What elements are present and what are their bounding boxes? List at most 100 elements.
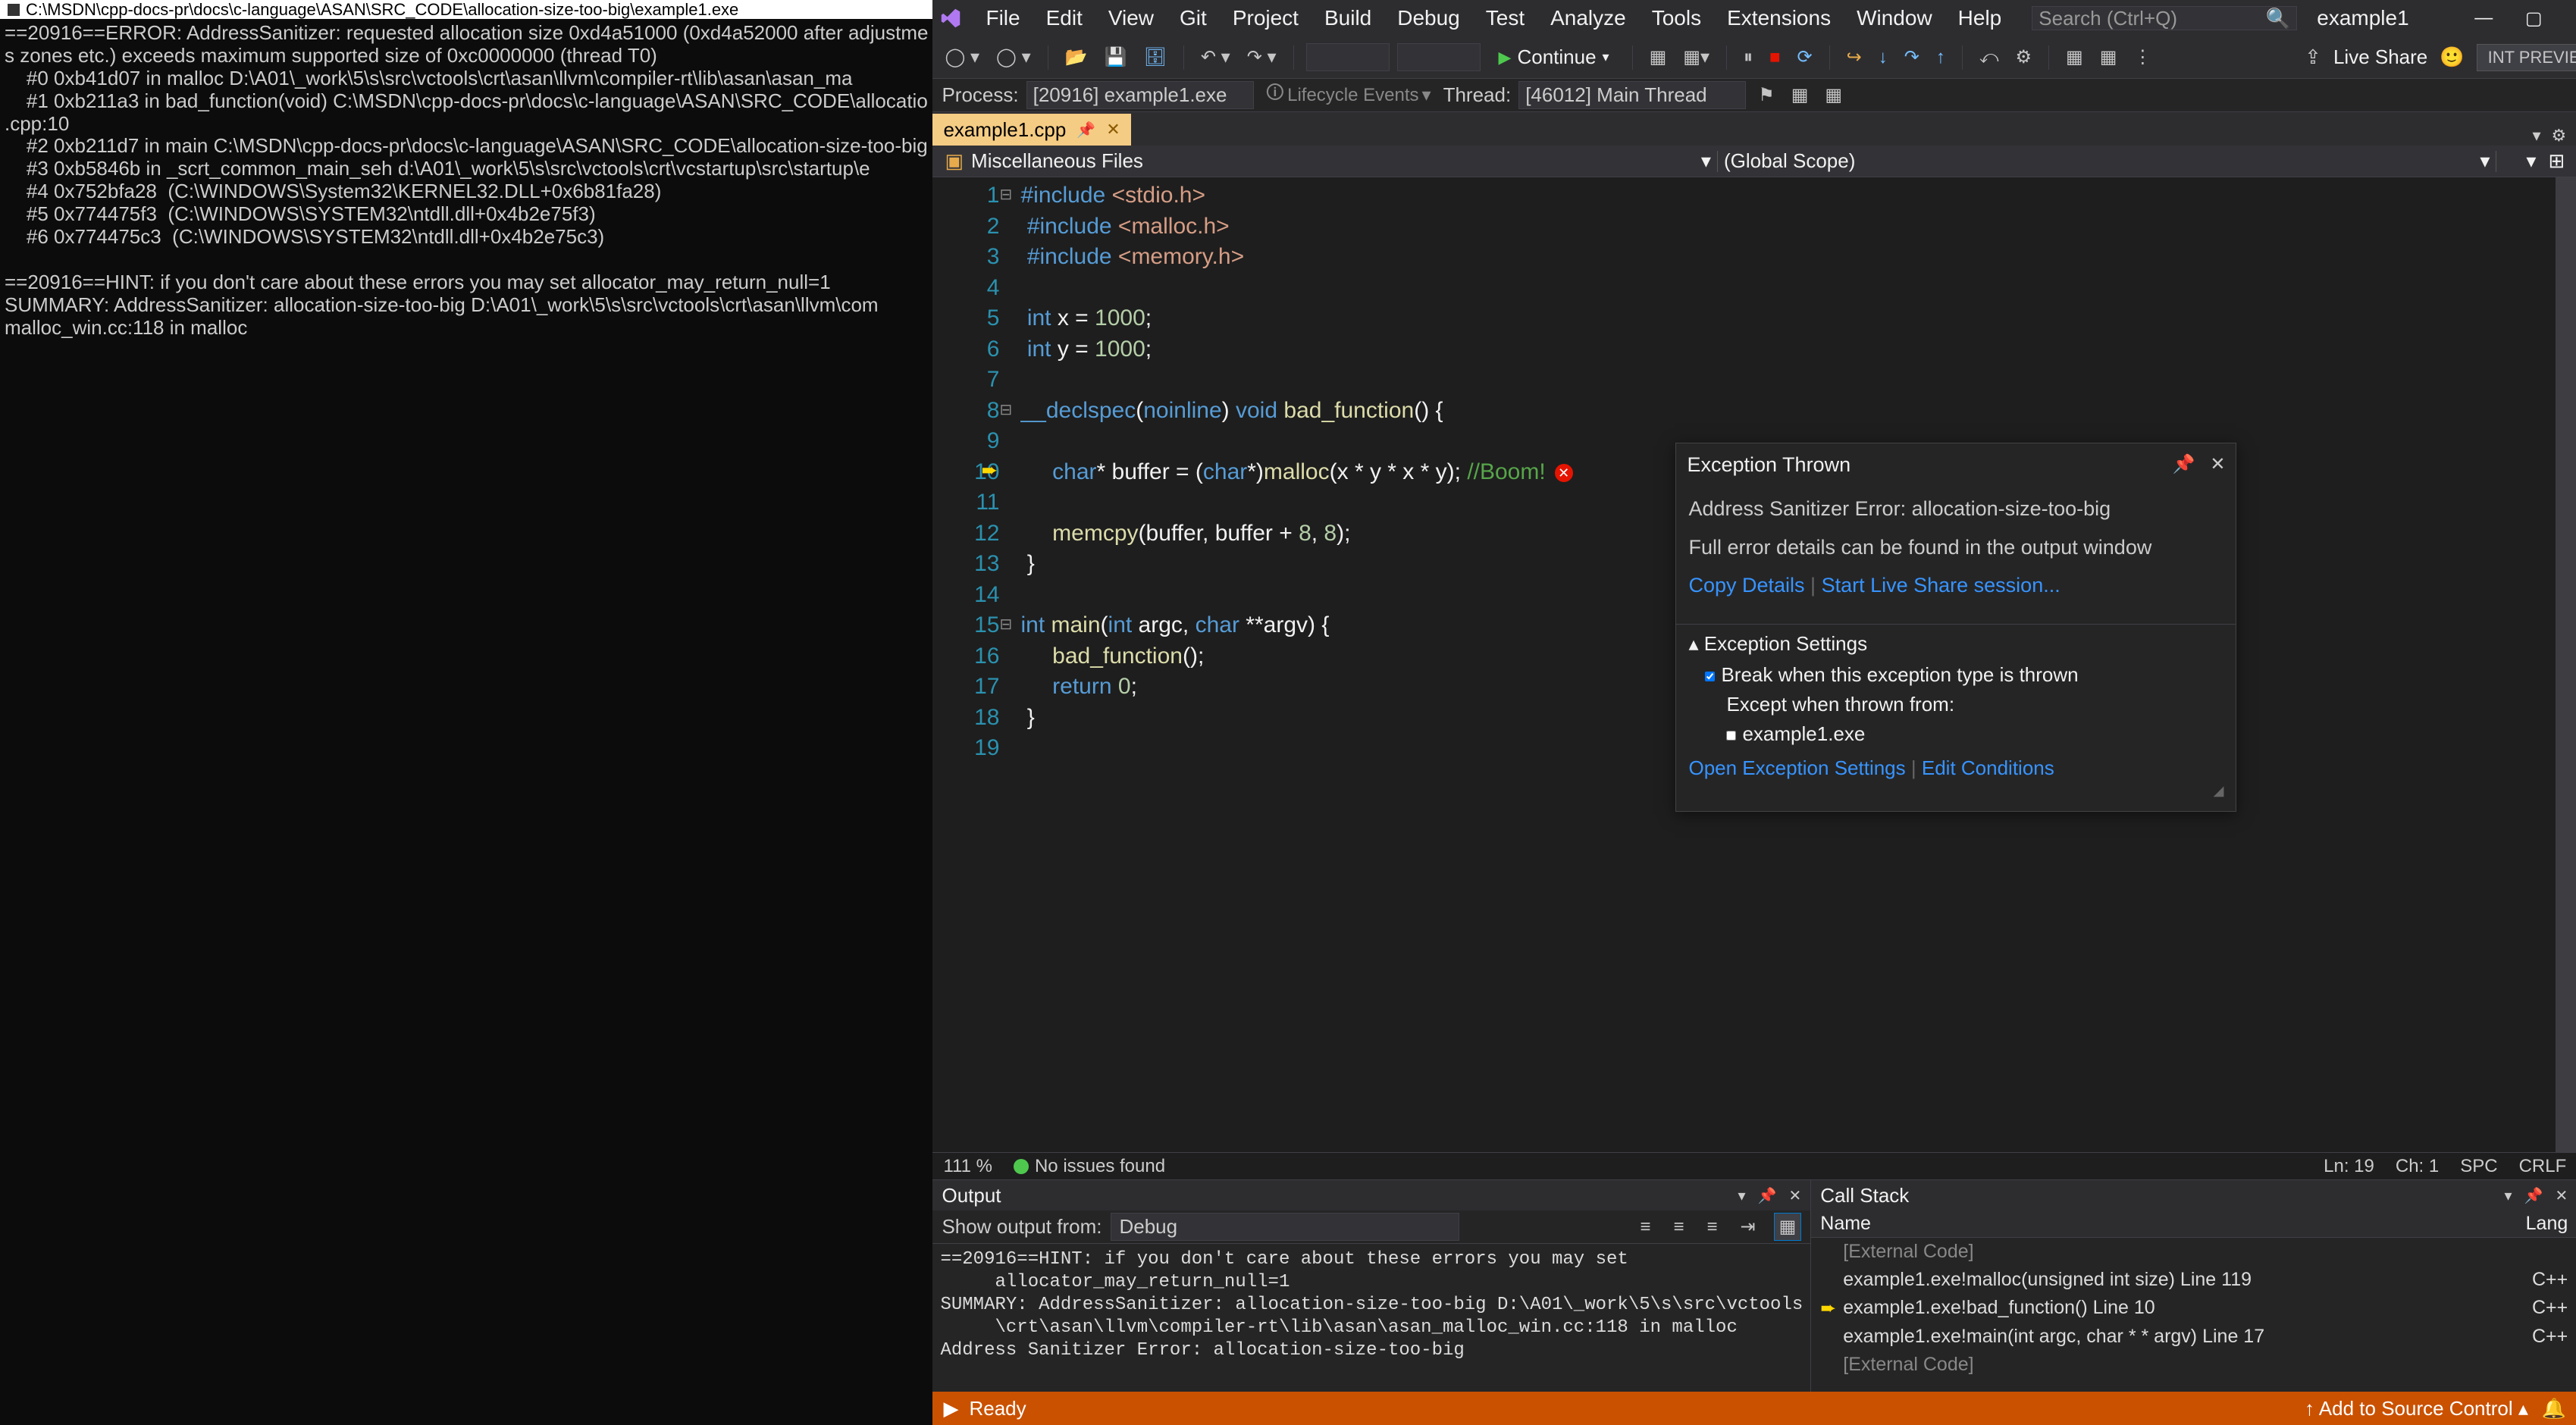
tb-extra-4[interactable]: ▦ bbox=[2095, 43, 2122, 71]
menu-file[interactable]: File bbox=[975, 2, 1030, 35]
editor-scrollbar[interactable] bbox=[2556, 177, 2576, 1152]
callstack-close-icon[interactable]: ✕ bbox=[2556, 1186, 2568, 1205]
save-all-button[interactable]: 🗄 bbox=[1139, 43, 1170, 71]
save-button[interactable]: 💾 bbox=[1100, 43, 1132, 71]
lifecycle-events[interactable]: 🛈 Lifecycle Events ▾ bbox=[1261, 77, 1436, 114]
code-editor[interactable]: 12345678910111213141516171819 ⊟#include … bbox=[932, 177, 2576, 1152]
nav-fwd-button[interactable]: ◯ ▾ bbox=[992, 43, 1036, 71]
output-source-combo[interactable]: Debug bbox=[1111, 1213, 1459, 1241]
output-close-icon[interactable]: ✕ bbox=[1789, 1186, 1802, 1205]
output-tb-1[interactable]: ≡ bbox=[1635, 1213, 1655, 1241]
except-target-checkbox[interactable]: example1.exe bbox=[1705, 721, 2223, 747]
nav-project-combo[interactable]: ▣ Miscellaneous Files ▾ bbox=[939, 149, 1717, 173]
callstack-row[interactable]: example1.exe!main(int argc, char * * arg… bbox=[1811, 1323, 2576, 1351]
tab-settings-icon[interactable]: ⚙ bbox=[2552, 126, 2567, 146]
nav-member-combo[interactable]: ▾ bbox=[2496, 149, 2542, 173]
menu-debug[interactable]: Debug bbox=[1387, 2, 1471, 35]
menu-test[interactable]: Test bbox=[1475, 2, 1535, 35]
nav-scope-combo[interactable]: (Global Scope) ▾ bbox=[1718, 149, 2496, 173]
exception-settings-header[interactable]: ▴ Exception Settings bbox=[1688, 631, 2223, 657]
output-dropdown-icon[interactable]: ▾ bbox=[1738, 1186, 1746, 1205]
close-tab-icon[interactable]: ✕ bbox=[1106, 120, 1120, 139]
menu-tools[interactable]: Tools bbox=[1641, 2, 1712, 35]
callstack-dropdown-icon[interactable]: ▾ bbox=[2505, 1186, 2512, 1205]
break-all-button[interactable]: ⏸ bbox=[1739, 44, 1757, 71]
zoom-level[interactable]: 111 % bbox=[943, 1156, 992, 1177]
stack-frame-icon[interactable]: ▦ bbox=[1787, 81, 1813, 109]
step-out-button[interactable]: ↑ bbox=[1932, 44, 1950, 71]
console-output[interactable]: ==20916==ERROR: AddressSanitizer: reques… bbox=[0, 19, 932, 342]
minimize-button[interactable]: — bbox=[2466, 6, 2501, 30]
search-box[interactable]: Search (Ctrl+Q) 🔍 bbox=[2032, 6, 2297, 30]
output-pin-icon[interactable]: 📌 bbox=[1758, 1186, 1777, 1205]
continue-button[interactable]: ▶ Continue ▾ bbox=[1488, 42, 1620, 72]
close-popup-icon[interactable]: ✕ bbox=[2210, 453, 2225, 477]
menu-view[interactable]: View bbox=[1098, 2, 1164, 35]
no-issues-indicator[interactable]: No issues found bbox=[1014, 1156, 1165, 1177]
stop-button[interactable]: ■ bbox=[1765, 44, 1785, 71]
menu-window[interactable]: Window bbox=[1846, 2, 1943, 35]
int-preview-badge[interactable]: INT PREVIEW bbox=[2477, 44, 2576, 71]
output-tb-2[interactable]: ≡ bbox=[1669, 1213, 1688, 1241]
tb-extra-1[interactable]: ⤺ bbox=[1975, 44, 2004, 71]
tb-icon-2[interactable]: ▦▾ bbox=[1678, 43, 1714, 71]
copy-details-link[interactable]: Copy Details bbox=[1688, 574, 1804, 597]
output-tb-3[interactable]: ≡ bbox=[1702, 1213, 1722, 1241]
open-file-button[interactable]: 📂 bbox=[1061, 43, 1092, 71]
pin-icon[interactable]: 📌 bbox=[1076, 121, 1095, 139]
output-tb-4[interactable]: ⇥ bbox=[1735, 1213, 1760, 1241]
menu-help[interactable]: Help bbox=[1948, 2, 2013, 35]
tab-overflow-icon[interactable]: ▾ bbox=[2532, 126, 2540, 146]
output-text[interactable]: ==20916==HINT: if you don't care about t… bbox=[932, 1244, 1810, 1392]
maximize-button[interactable]: ▢ bbox=[2516, 6, 2551, 30]
menu-project[interactable]: Project bbox=[1222, 2, 1309, 35]
callstack-row[interactable]: example1.exe!malloc(unsigned int size) L… bbox=[1811, 1266, 2576, 1294]
close-button[interactable]: ✕ bbox=[2566, 6, 2576, 30]
vs-logo-icon[interactable] bbox=[939, 6, 963, 30]
tb-extra-2[interactable]: ⚙ bbox=[2010, 43, 2036, 71]
tb-extra-3[interactable]: ▦ bbox=[2061, 43, 2088, 71]
feedback-icon[interactable]: 🙂 bbox=[2440, 45, 2464, 69]
resize-grip-icon[interactable]: ◢ bbox=[1688, 781, 2223, 800]
callstack-col-lang[interactable]: Lang bbox=[2526, 1213, 2568, 1235]
nav-back-button[interactable]: ◯ ▾ bbox=[940, 43, 984, 71]
live-share-icon[interactable]: ⇪ bbox=[2305, 45, 2321, 69]
output-tb-5[interactable]: ▦ bbox=[1774, 1213, 1802, 1241]
menu-build[interactable]: Build bbox=[1314, 2, 1382, 35]
start-live-share-link[interactable]: Start Live Share session... bbox=[1822, 574, 2060, 597]
thread-icon-2[interactable]: ▦ bbox=[1820, 81, 1847, 109]
live-share-label[interactable]: Live Share bbox=[2333, 45, 2427, 69]
redo-button[interactable]: ↷ ▾ bbox=[1243, 43, 1281, 71]
restart-button[interactable]: ⟳ bbox=[1793, 43, 1817, 71]
callstack-row[interactable]: [External Code] bbox=[1811, 1238, 2576, 1266]
console-titlebar[interactable]: C:\MSDN\cpp-docs-pr\docs\c-language\ASAN… bbox=[0, 0, 932, 19]
notifications-icon[interactable]: 🔔 bbox=[2542, 1397, 2566, 1420]
menu-analyze[interactable]: Analyze bbox=[1540, 2, 1637, 35]
undo-button[interactable]: ↶ ▾ bbox=[1196, 43, 1235, 71]
menu-git[interactable]: Git bbox=[1169, 2, 1217, 35]
error-icon[interactable]: ✕ bbox=[1555, 464, 1573, 482]
config-dropdown[interactable] bbox=[1306, 43, 1390, 71]
file-tab-active[interactable]: example1.cpp 📌 ✕ bbox=[932, 114, 1130, 146]
callstack-row[interactable]: example1.exe!bad_function() Line 10C++ bbox=[1811, 1294, 2576, 1323]
open-exception-settings-link[interactable]: Open Exception Settings bbox=[1688, 756, 1905, 779]
code-content[interactable]: ⊟#include <stdio.h> #include <malloc.h> … bbox=[1016, 177, 2556, 1152]
pin-popup-icon[interactable]: 📌 bbox=[2172, 453, 2195, 477]
step-over-button[interactable]: ↷ bbox=[1900, 43, 1924, 71]
tb-extra-5[interactable]: ⋮ bbox=[2129, 43, 2156, 71]
edit-conditions-link[interactable]: Edit Conditions bbox=[1922, 756, 2054, 779]
add-scm-button[interactable]: ↑ Add to Source Control ▴ bbox=[2305, 1397, 2528, 1420]
menu-edit[interactable]: Edit bbox=[1036, 2, 1093, 35]
callstack-row[interactable]: [External Code] bbox=[1811, 1351, 2576, 1379]
flag-icon[interactable]: ⚑ bbox=[1753, 81, 1779, 109]
eol-indicator[interactable]: CRLF bbox=[2519, 1156, 2567, 1177]
thread-dropdown[interactable]: [46012] Main Thread bbox=[1518, 81, 1746, 109]
process-dropdown[interactable]: [20916] example1.exe bbox=[1026, 81, 1254, 109]
callstack-pin-icon[interactable]: 📌 bbox=[2524, 1186, 2543, 1205]
indent-indicator[interactable]: SPC bbox=[2460, 1156, 2497, 1177]
platform-dropdown[interactable] bbox=[1397, 43, 1481, 71]
split-icon[interactable]: ⊞ bbox=[2542, 149, 2571, 173]
callstack-rows[interactable]: [External Code]example1.exe!malloc(unsig… bbox=[1811, 1238, 2576, 1392]
step-into-button[interactable]: ↓ bbox=[1874, 44, 1892, 71]
tb-icon-1[interactable]: ▦ bbox=[1645, 43, 1672, 71]
